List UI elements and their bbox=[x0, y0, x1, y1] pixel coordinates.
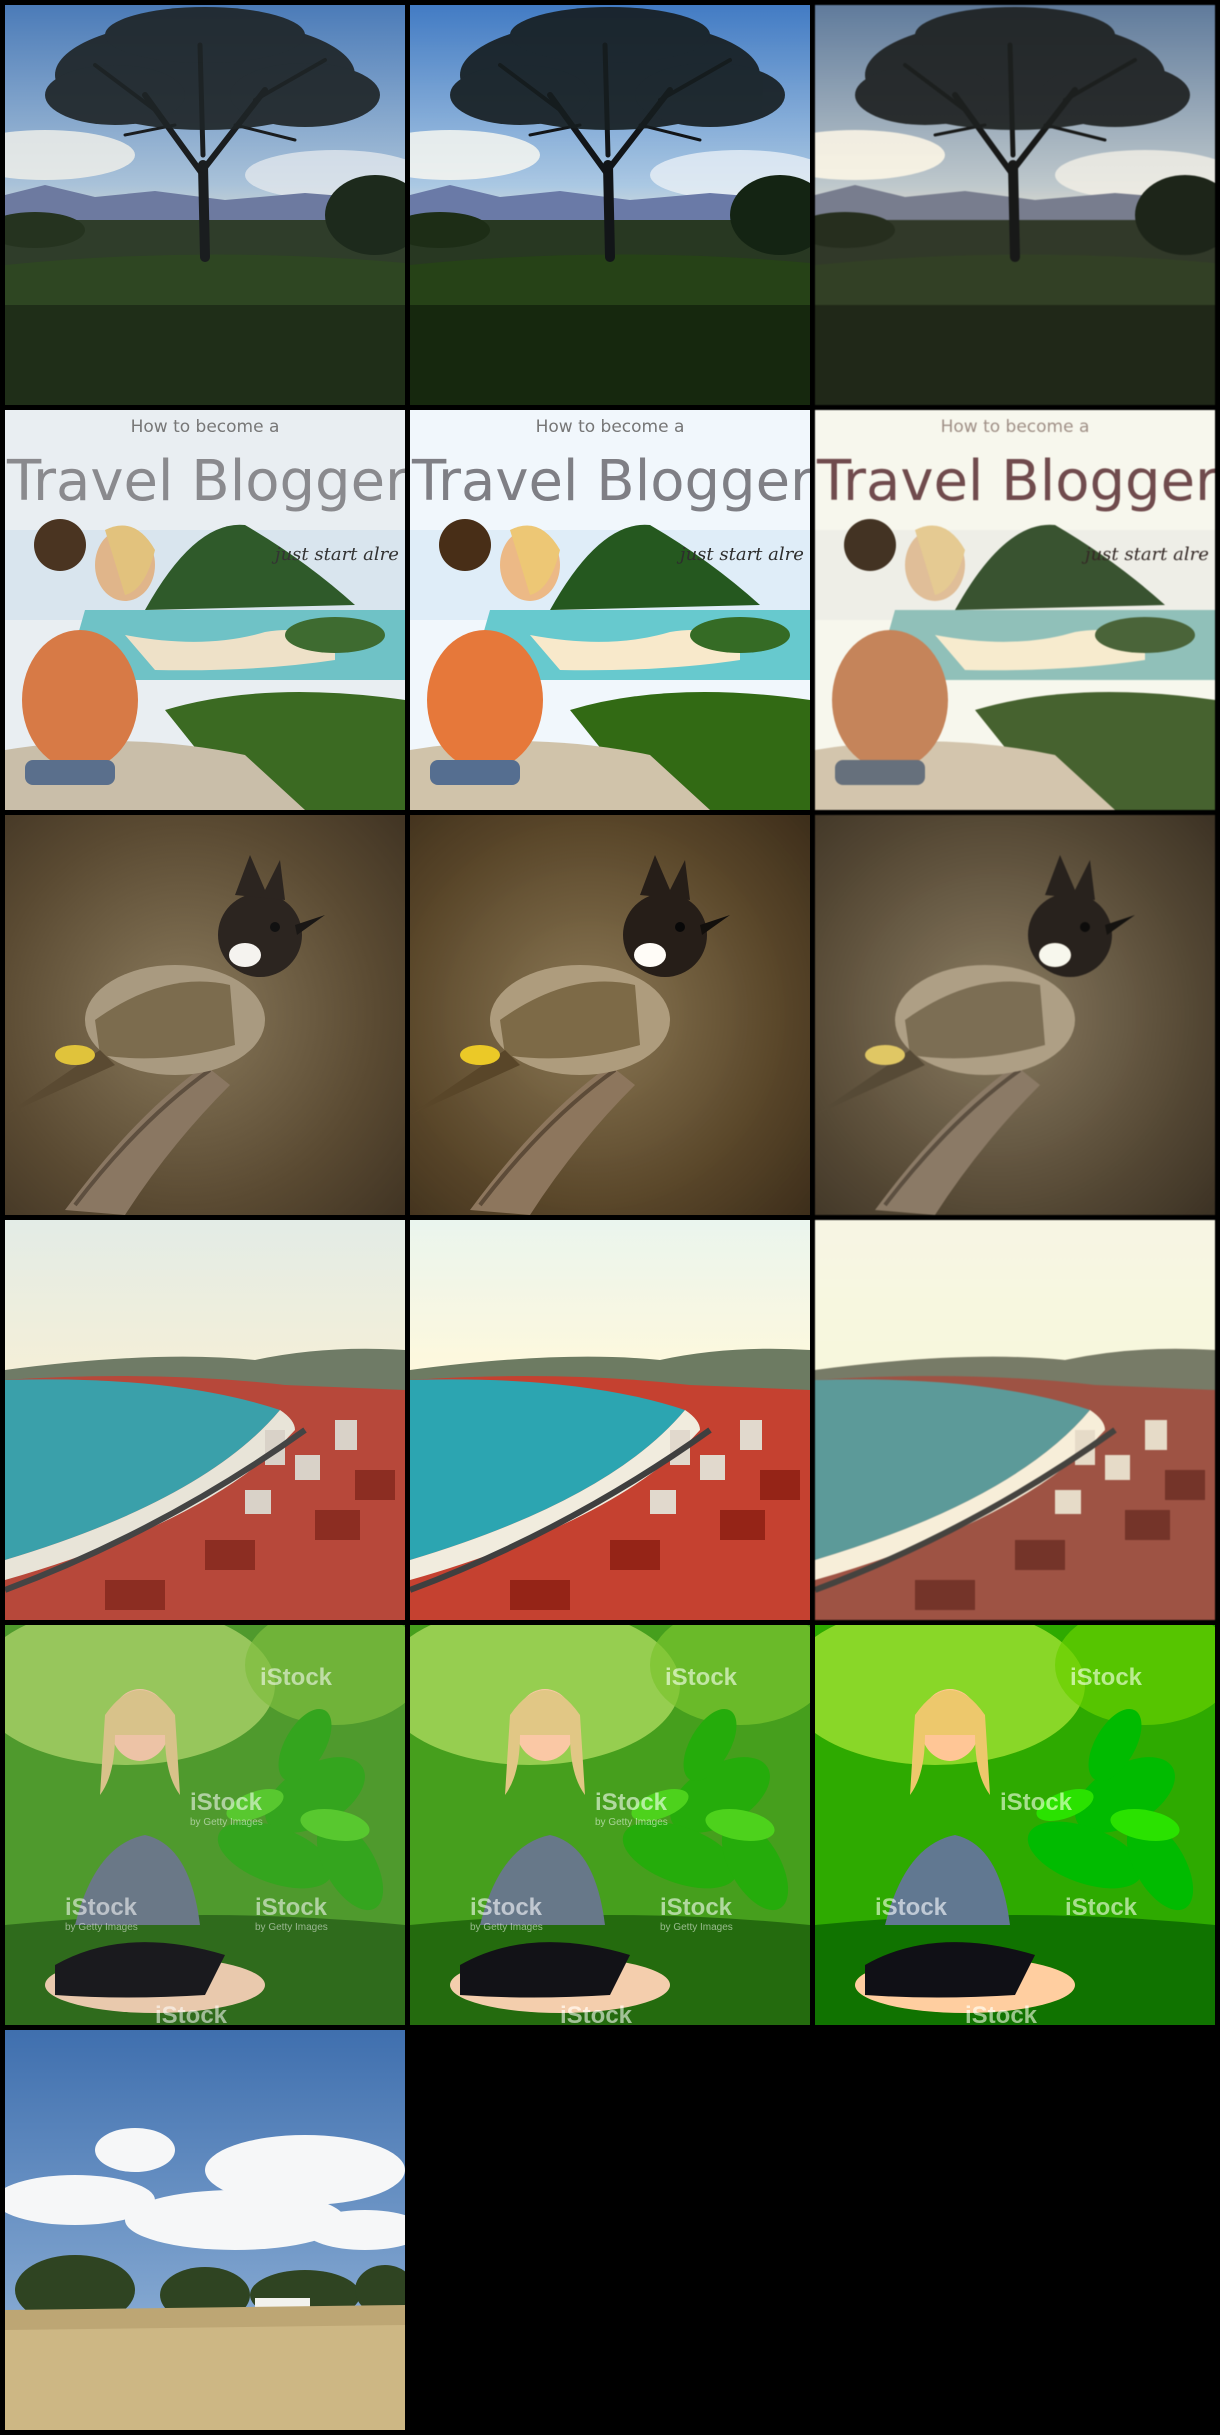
watermark-brand: iStock bbox=[965, 2002, 1038, 2025]
travel-title: Travel Blogger bbox=[411, 449, 810, 514]
travel-tagline: just start alre bbox=[676, 544, 804, 565]
watermark-brand: iStock bbox=[1070, 1664, 1143, 1691]
field-photo-original bbox=[5, 2030, 405, 2430]
travel-title: Travel Blogger bbox=[6, 449, 405, 514]
image-grid: How to become a Travel Blogger just star… bbox=[0, 0, 1220, 2435]
bird-photo-original bbox=[5, 815, 405, 1215]
watermark-brand: iStock bbox=[595, 1789, 668, 1816]
travel-tagline: just start alre bbox=[271, 544, 399, 565]
watermark-byline: by Getty Images bbox=[255, 1922, 328, 1933]
watermark-brand: iStock bbox=[665, 1664, 738, 1691]
travel-poster-enhanced: How to become a Travel Blogger just star… bbox=[410, 410, 810, 810]
tree-photo-enhanced bbox=[410, 5, 810, 405]
travel-kicker: How to become a bbox=[941, 417, 1090, 437]
watermark-brand: iStock bbox=[560, 2002, 633, 2025]
woman-photo-stylized: iStock iStock iStock iStock iStock bbox=[815, 1625, 1215, 2025]
watermark-brand: iStock bbox=[65, 1894, 138, 1921]
coast-photo-enhanced bbox=[410, 1220, 810, 1620]
watermark-byline: by Getty Images bbox=[470, 1922, 543, 1933]
watermark-brand: iStock bbox=[155, 2002, 228, 2025]
travel-kicker: How to become a bbox=[536, 417, 685, 437]
watermark-byline: by Getty Images bbox=[190, 1817, 263, 1828]
watermark-brand: iStock bbox=[1000, 1789, 1073, 1816]
coast-photo-stylized bbox=[815, 1220, 1215, 1620]
watermark-brand: iStock bbox=[260, 1664, 333, 1691]
watermark-byline: by Getty Images bbox=[65, 1922, 138, 1933]
coast-photo-original bbox=[5, 1220, 405, 1620]
watermark-brand: iStock bbox=[190, 1789, 263, 1816]
travel-tagline: just start alre bbox=[1081, 544, 1209, 565]
tree-photo-original bbox=[5, 5, 405, 405]
bird-photo-enhanced bbox=[410, 815, 810, 1215]
woman-photo-enhanced: iStock iStock by Getty Images iStock by … bbox=[410, 1625, 810, 2025]
travel-poster-original: How to become a Travel Blogger just star… bbox=[5, 410, 405, 810]
watermark-brand: iStock bbox=[470, 1894, 543, 1921]
travel-title: Travel Blogger bbox=[816, 449, 1215, 514]
travel-kicker: How to become a bbox=[131, 417, 280, 437]
watermark-brand: iStock bbox=[660, 1894, 733, 1921]
tree-photo-stylized bbox=[815, 5, 1215, 405]
watermark-byline: by Getty Images bbox=[595, 1817, 668, 1828]
woman-photo-original: iStock iStock by Getty Images iStock by … bbox=[5, 1625, 405, 2025]
bird-photo-stylized bbox=[815, 815, 1215, 1215]
watermark-brand: iStock bbox=[255, 1894, 328, 1921]
watermark-brand: iStock bbox=[875, 1894, 948, 1921]
watermark-byline: by Getty Images bbox=[660, 1922, 733, 1933]
travel-poster-stylized: How to become a Travel Blogger just star… bbox=[815, 410, 1215, 810]
watermark-brand: iStock bbox=[1065, 1894, 1138, 1921]
